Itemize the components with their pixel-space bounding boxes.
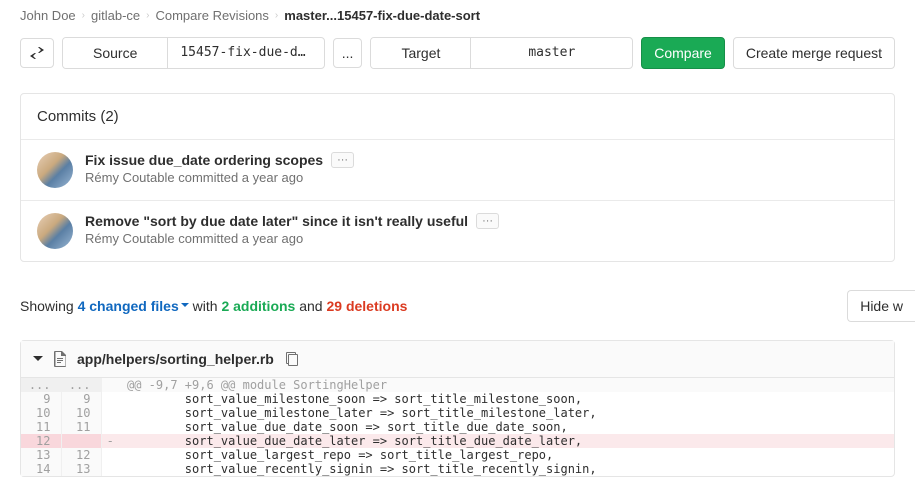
diff-file-header: app/helpers/sorting_helper.rb	[21, 341, 894, 378]
code-content: sort_value_recently_signin => sort_title…	[119, 462, 894, 476]
commit-title[interactable]: Fix issue due_date ordering scopes	[85, 152, 323, 168]
code-content: sort_value_milestone_later => sort_title…	[119, 406, 894, 420]
new-line-number[interactable]	[61, 434, 101, 448]
new-line-number[interactable]: ...	[61, 378, 101, 392]
deletions-count: 29 deletions	[326, 298, 407, 314]
compare-bar: Source 15457-fix-due-date… ... Target ma…	[20, 37, 895, 69]
collapse-toggle-icon[interactable]	[33, 356, 43, 366]
commit-title[interactable]: Remove "sort by due date later" since it…	[85, 213, 468, 229]
diff-sign	[101, 448, 119, 462]
diff-sign	[101, 392, 119, 406]
commits-panel: Commits (2) Fix issue due_date ordering …	[20, 93, 895, 262]
commit-item: Remove "sort by due date later" since it…	[21, 200, 894, 261]
create-merge-request-button[interactable]: Create merge request	[733, 37, 895, 69]
target-ref-field[interactable]: Target master	[370, 37, 633, 69]
breadcrumb-item[interactable]: Compare Revisions	[155, 8, 268, 23]
commit-expand-button[interactable]: ···	[476, 213, 499, 229]
old-line-number[interactable]: ...	[21, 378, 61, 392]
source-label: Source	[63, 38, 168, 68]
summary-with: with	[189, 298, 222, 314]
old-line-number[interactable]: 12	[21, 434, 61, 448]
avatar[interactable]	[37, 152, 73, 188]
new-line-number[interactable]: 10	[61, 406, 101, 420]
compare-button[interactable]: Compare	[641, 37, 725, 69]
chevron-right-icon: ›	[82, 10, 85, 21]
summary-and: and	[295, 298, 326, 314]
target-label: Target	[371, 38, 471, 68]
commit-meta: Rémy Coutable committed a year ago	[85, 231, 878, 246]
new-line-number[interactable]: 12	[61, 448, 101, 462]
diff-line: 1312 sort_value_largest_repo => sort_tit…	[21, 448, 894, 462]
new-line-number[interactable]: 11	[61, 420, 101, 434]
breadcrumb-current: master...15457-fix-due-date-sort	[284, 8, 480, 23]
hide-whitespace-button[interactable]: Hide w	[847, 290, 915, 322]
breadcrumb-item[interactable]: gitlab-ce	[91, 8, 140, 23]
diff-line: 1010 sort_value_milestone_later => sort_…	[21, 406, 894, 420]
swap-button[interactable]	[20, 38, 54, 68]
diff-line: 99 sort_value_milestone_soon => sort_tit…	[21, 392, 894, 406]
breadcrumb-item[interactable]: John Doe	[20, 8, 76, 23]
source-value: 15457-fix-due-date…	[168, 38, 323, 68]
diff-table: ...... @@ -9,7 +9,6 @@ module SortingHelp…	[21, 378, 894, 476]
commit-item: Fix issue due_date ordering scopes ··· R…	[21, 139, 894, 200]
diff-sign	[101, 462, 119, 476]
diff-sign	[101, 420, 119, 434]
commits-header: Commits (2)	[21, 94, 894, 139]
new-line-number[interactable]: 13	[61, 462, 101, 476]
file-path[interactable]: app/helpers/sorting_helper.rb	[77, 351, 274, 367]
code-content: sort_value_largest_repo => sort_title_la…	[119, 448, 894, 462]
diff-line: 12 - sort_value_due_date_later => sort_ti…	[21, 434, 894, 448]
copy-path-icon[interactable]	[284, 352, 298, 366]
old-line-number[interactable]: 14	[21, 462, 61, 476]
diff-sign: -	[101, 434, 119, 448]
code-content: sort_value_due_date_later => sort_title_…	[119, 434, 894, 448]
old-line-number[interactable]: 10	[21, 406, 61, 420]
diff-summary: Showing 4 changed files with 2 additions…	[20, 290, 895, 322]
code-content: sort_value_due_date_soon => sort_title_d…	[119, 420, 894, 434]
new-line-number[interactable]: 9	[61, 392, 101, 406]
old-line-number[interactable]: 9	[21, 392, 61, 406]
chevron-right-icon: ›	[146, 10, 149, 21]
old-line-number[interactable]: 11	[21, 420, 61, 434]
changed-files-dropdown[interactable]: 4 changed files	[78, 298, 189, 314]
chevron-right-icon: ›	[275, 10, 278, 21]
additions-count: 2 additions	[221, 298, 295, 314]
diff-line: 1111 sort_value_due_date_soon => sort_ti…	[21, 420, 894, 434]
diff-line: 1413 sort_value_recently_signin => sort_…	[21, 462, 894, 476]
target-value: master	[471, 38, 632, 68]
commit-expand-button[interactable]: ···	[331, 152, 354, 168]
commit-meta: Rémy Coutable committed a year ago	[85, 170, 878, 185]
diff-sign	[101, 406, 119, 420]
source-ref-field[interactable]: Source 15457-fix-due-date…	[62, 37, 325, 69]
ellipsis-separator: ...	[333, 38, 363, 68]
swap-icon	[30, 47, 44, 59]
summary-prefix: Showing	[20, 298, 78, 314]
old-line-number[interactable]: 13	[21, 448, 61, 462]
file-icon	[53, 351, 67, 367]
code-content: @@ -9,7 +9,6 @@ module SortingHelper	[119, 378, 894, 392]
code-content: sort_value_milestone_soon => sort_title_…	[119, 392, 894, 406]
diff-line: ...... @@ -9,7 +9,6 @@ module SortingHelp…	[21, 378, 894, 392]
breadcrumb: John Doe › gitlab-ce › Compare Revisions…	[20, 8, 895, 23]
avatar[interactable]	[37, 213, 73, 249]
diff-file: app/helpers/sorting_helper.rb ...... @@ -…	[20, 340, 895, 477]
diff-sign	[101, 378, 119, 392]
